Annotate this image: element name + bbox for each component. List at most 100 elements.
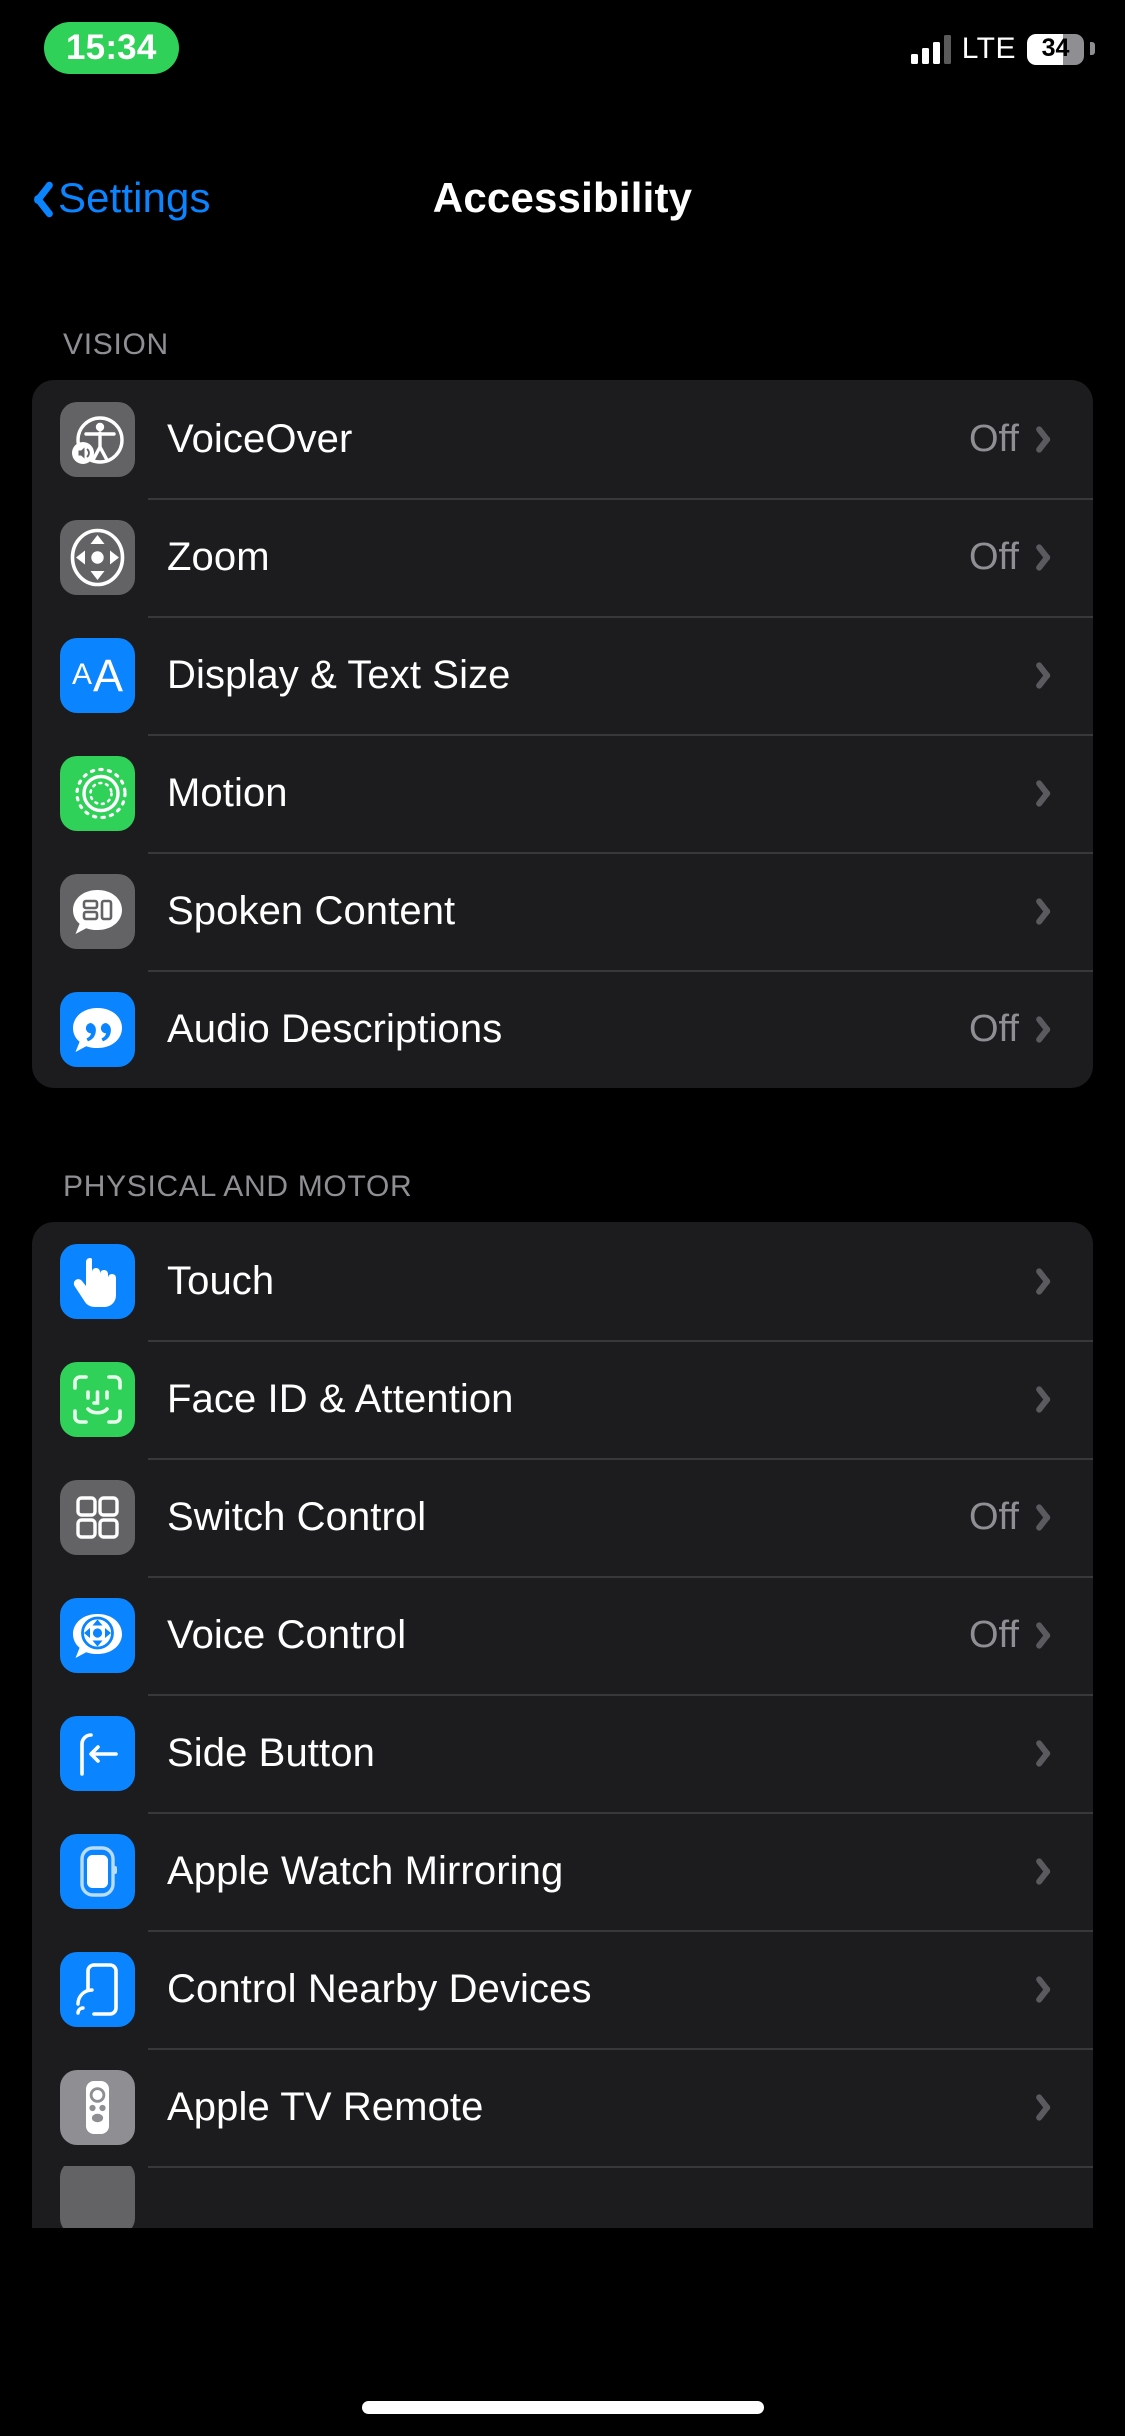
section-group-vision: VoiceOver Off Zoom Off A A Display & Tex… [32,380,1093,1088]
section-header-vision: VISION [63,328,169,361]
chevron-right-icon [1041,423,1059,455]
settings-list[interactable]: VISION VoiceOver Off Zoom Off A A Displa… [0,246,1125,2228]
face-id-icon [60,1361,135,1437]
motion-icon-glyph [75,767,127,819]
settings-row-accessory [1019,1737,1093,1769]
settings-row-accessory [1019,2091,1093,2123]
settings-row-value: Off [969,417,1019,460]
back-button[interactable]: Settings [22,150,211,246]
settings-row-label: Switch Control [167,1494,427,1539]
touch-icon [60,1243,135,1319]
settings-row-accessory [1019,1973,1093,2005]
settings-row-label: Touch [167,1258,275,1303]
navigation-bar: Accessibility Settings [0,150,1125,246]
settings-row-value: Off [969,1007,1019,1050]
apple-tv-remote-icon-glyph [86,2080,109,2134]
apple-watch-mirroring-icon-glyph [80,1845,117,1897]
settings-row-label: Audio Descriptions [167,1006,503,1051]
settings-row-value: Off [969,535,1019,578]
settings-row-value: Off [969,1613,1019,1656]
status-time-pill[interactable]: 15:34 [44,22,179,74]
zoom-icon [60,519,135,595]
settings-row-voice-control[interactable]: Voice Control Off [32,1576,1093,1694]
settings-row-zoom[interactable]: Zoom Off [32,498,1093,616]
voice-control-icon-glyph [73,1613,122,1658]
settings-row-side-button[interactable]: Side Button [32,1694,1093,1812]
chevron-left-icon [22,176,48,220]
audio-descriptions-icon [60,991,135,1067]
apple-tv-remote-icon [60,2069,135,2145]
chevron-right-icon [1041,1013,1059,1045]
settings-row-spoken-content[interactable]: Spoken Content [32,852,1093,970]
settings-row-accessory [1019,1265,1093,1297]
settings-row-accessory [1019,895,1093,927]
back-button-label: Settings [58,174,211,221]
chevron-right-icon [1041,1619,1059,1651]
settings-row-label: Face ID & Attention [167,1376,514,1421]
voice-control-icon [60,1597,135,1673]
chevron-right-icon [1041,777,1059,809]
settings-row-apple-watch-mirroring[interactable]: Apple Watch Mirroring [32,1812,1093,1930]
motion-icon [60,755,135,831]
settings-row-control-nearby-devices[interactable]: Control Nearby Devices [32,1930,1093,2048]
settings-row-label: Zoom [167,534,270,579]
settings-row-apple-tv-remote[interactable]: Apple TV Remote [32,2048,1093,2166]
chevron-right-icon [1041,659,1059,691]
settings-row-audio-descriptions[interactable]: Audio Descriptions Off [32,970,1093,1088]
chevron-right-icon [1041,1501,1059,1533]
settings-row-label: VoiceOver [167,416,353,461]
spoken-content-icon [60,873,135,949]
section-group-physical-and-motor: Touch Face ID & Attention Switch Control… [32,1222,1093,2228]
settings-row-accessory [1019,1383,1093,1415]
settings-row-label: Display & Text Size [167,652,511,697]
settings-row-face-id-attention[interactable]: Face ID & Attention [32,1340,1093,1458]
chevron-right-icon [1041,1737,1059,1769]
settings-row-accessory: Off [969,1614,1093,1657]
switch-control-icon-glyph [76,1495,119,1539]
settings-row-display-text-size[interactable]: AA Display & Text Size [32,616,1093,734]
settings-row-label: Apple Watch Mirroring [167,1848,564,1893]
control-nearby-devices-icon-glyph [76,1962,118,2016]
settings-row-motion[interactable]: Motion [32,734,1093,852]
settings-row-accessory [1019,777,1093,809]
battery-percent-label: 34 [1041,34,1070,62]
chevron-right-icon [1041,1383,1059,1415]
settings-row-voiceover[interactable]: VoiceOver Off [32,380,1093,498]
battery-icon: 34 [1027,33,1095,65]
settings-row-accessory: Off [969,418,1093,461]
settings-row-accessory [1019,659,1093,691]
chevron-right-icon [1041,895,1059,927]
settings-row-switch-control[interactable]: Switch Control Off [32,1458,1093,1576]
status-indicators: LTE 34 [910,26,1095,72]
settings-row-accessory [1019,1855,1093,1887]
zoom-icon-glyph [70,528,125,586]
status-bar: 15:34 LTE 34 [0,0,1125,96]
touch-icon-glyph [73,1257,116,1307]
voiceover-icon [60,401,135,477]
side-button-icon [60,1715,135,1791]
partial-row-icon [60,2166,135,2228]
display-text-size-icon: AA [60,637,135,713]
spoken-content-icon-glyph [73,889,122,934]
iphone-screen: 15:34 LTE 34 Accessibility Settings VISI… [0,0,1125,2436]
settings-row-label: Side Button [167,1730,375,1775]
settings-row-accessory: Off [969,1008,1093,1051]
audio-descriptions-icon-glyph [73,1007,122,1052]
voiceover-icon-glyph [72,415,124,464]
switch-control-icon [60,1479,135,1555]
settings-row-label: Voice Control [167,1612,407,1657]
settings-row-label: Motion [167,770,288,815]
face-id-icon-glyph [73,1374,122,1424]
chevron-right-icon [1041,1265,1059,1297]
settings-row-next-partial[interactable] [32,2166,1093,2228]
settings-row-value: Off [969,1495,1019,1538]
home-indicator[interactable] [361,2401,764,2414]
settings-row-label: Apple TV Remote [167,2084,484,2129]
settings-row-touch[interactable]: Touch [32,1222,1093,1340]
apple-watch-mirroring-icon [60,1833,135,1909]
chevron-right-icon [1041,2091,1059,2123]
side-button-icon-glyph [80,1732,118,1776]
chevron-right-icon [1041,1855,1059,1887]
cellular-signal-icon [910,34,951,64]
control-nearby-devices-icon [60,1951,135,2027]
